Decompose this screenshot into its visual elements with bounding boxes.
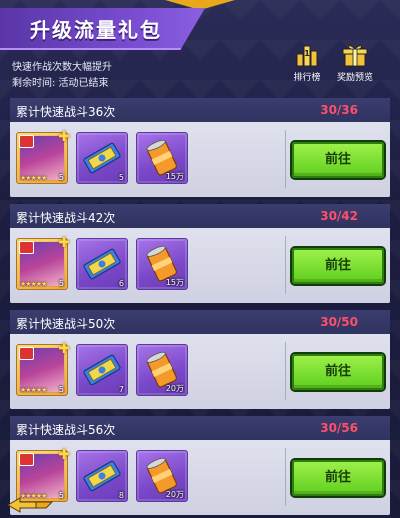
reward-preview-label: 奖励预览 <box>336 73 373 83</box>
coin-can-reward-item[interactable]: 15万 <box>136 238 188 290</box>
item-count: 5 <box>58 491 64 500</box>
item-count: 20万 <box>165 384 184 393</box>
task-progress: 30/36 <box>320 103 358 117</box>
hero-class-badge-icon <box>19 453 34 466</box>
item-count: 15万 <box>165 172 184 181</box>
task-card: 累计快速战斗56次 30/56 ✚ ★★★★★ 5 8 20万 前往 <box>10 416 390 515</box>
hero-reward-item[interactable]: ✚ ★★★★★ 5 <box>16 129 70 184</box>
divider <box>285 448 286 506</box>
task-title: 累计快速战斗36次 <box>16 105 116 119</box>
item-count: 5 <box>58 173 64 182</box>
coin-can-reward-item[interactable]: 20万 <box>136 344 188 396</box>
divider <box>285 130 286 188</box>
hero-class-badge-icon <box>19 135 34 148</box>
item-count: 6 <box>118 279 124 288</box>
gift-box-icon <box>342 45 368 67</box>
hero-stars: ★★★★★ <box>20 280 47 288</box>
ticket-reward-item[interactable]: 6 <box>76 238 128 290</box>
task-progress: 30/42 <box>320 209 358 223</box>
task-card-header: 累计快速战斗50次 30/50 <box>10 310 390 334</box>
go-button[interactable]: 前往 <box>292 354 384 390</box>
task-progress: 30/50 <box>320 315 358 329</box>
back-arrow-icon <box>7 497 54 513</box>
task-title: 累计快速战斗42次 <box>16 211 116 225</box>
plus-icon: ✚ <box>58 447 70 463</box>
divider <box>285 236 286 294</box>
header: 升级流量礼包 快速作战次数大幅提升 剩余时间: 活动已结束 1 排行榜 奖励预览 <box>0 0 400 92</box>
item-count: 5 <box>58 279 64 288</box>
hero-reward-item[interactable]: ✚ ★★★★★ 5 <box>16 447 70 502</box>
event-description: 快速作战次数大幅提升 <box>12 62 112 73</box>
task-card: 累计快速战斗50次 30/50 ✚ ★★★★★ 5 7 20万 前往 <box>10 310 390 409</box>
ticket-reward-item[interactable]: 8 <box>76 450 128 502</box>
task-card-body: ✚ ★★★★★ 5 7 20万 前往 <box>10 334 390 409</box>
plus-icon: ✚ <box>58 341 70 357</box>
reward-preview-button[interactable]: 奖励预览 <box>332 42 378 88</box>
divider <box>285 342 286 400</box>
task-card-body: ✚ ★★★★★ 5 8 20万 前往 <box>10 440 390 515</box>
plus-icon: ✚ <box>58 235 70 251</box>
task-title: 累计快速战斗56次 <box>16 423 116 437</box>
task-card-body: ✚ ★★★★★ 5 6 15万 前往 <box>10 228 390 303</box>
coin-can-reward-item[interactable]: 15万 <box>136 132 188 184</box>
ranking-label: 排行榜 <box>293 73 321 83</box>
ticket-reward-item[interactable]: 5 <box>76 132 128 184</box>
task-card: 累计快速战斗42次 30/42 ✚ ★★★★★ 5 6 15万 前往 <box>10 204 390 303</box>
item-count: 20万 <box>165 490 184 499</box>
hero-stars: ★★★★★ <box>20 174 47 182</box>
item-count: 7 <box>118 385 124 394</box>
ranking-button[interactable]: 1 排行榜 <box>284 42 330 88</box>
task-card-header: 累计快速战斗56次 30/56 <box>10 416 390 440</box>
item-count: 5 <box>118 173 124 182</box>
go-button[interactable]: 前往 <box>292 460 384 496</box>
item-count: 8 <box>118 491 124 500</box>
go-button[interactable]: 前往 <box>292 142 384 178</box>
hero-reward-item[interactable]: ✚ ★★★★★ 5 <box>16 235 70 290</box>
task-card-header: 累计快速战斗36次 30/36 <box>10 98 390 122</box>
hero-class-badge-icon <box>19 347 34 360</box>
plus-icon: ✚ <box>58 129 70 145</box>
back-button[interactable] <box>6 496 54 514</box>
hero-class-badge-icon <box>19 241 34 254</box>
trophy-icon: 1 <box>296 45 318 67</box>
task-card: 累计快速战斗36次 30/36 ✚ ★★★★★ 5 5 15万 前往 <box>10 98 390 197</box>
task-progress: 30/56 <box>320 421 358 435</box>
ticket-reward-item[interactable]: 7 <box>76 344 128 396</box>
hero-stars: ★★★★★ <box>20 386 47 394</box>
page-title: 升级流量礼包 <box>30 18 162 42</box>
task-card-body: ✚ ★★★★★ 5 5 15万 前往 <box>10 122 390 197</box>
task-card-header: 累计快速战斗42次 30/42 <box>10 204 390 228</box>
item-count: 15万 <box>165 278 184 287</box>
coin-can-reward-item[interactable]: 20万 <box>136 450 188 502</box>
item-count: 5 <box>58 385 64 394</box>
svg-text:1: 1 <box>304 49 310 58</box>
hero-reward-item[interactable]: ✚ ★★★★★ 5 <box>16 341 70 396</box>
remaining-time: 剩余时间: 活动已结束 <box>12 78 109 89</box>
go-button[interactable]: 前往 <box>292 248 384 284</box>
task-title: 累计快速战斗50次 <box>16 317 116 331</box>
